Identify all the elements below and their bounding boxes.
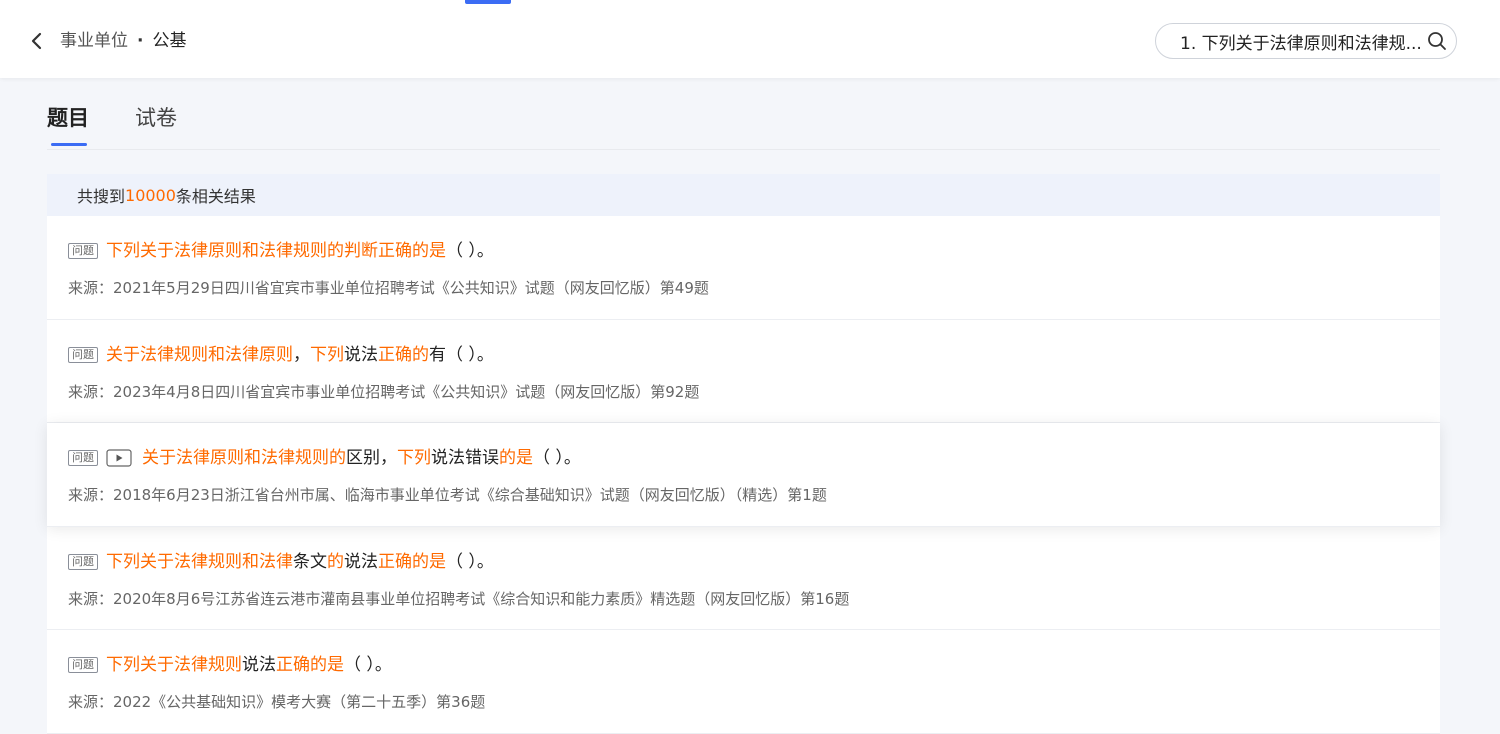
result-title[interactable]: 问题 关于法律原则和法律规则的 区别， 下列 说法错误 的是（ ）。	[68, 446, 581, 470]
result-item[interactable]: 问题 关于法律规则和法律原则，下列 说法 正确的 有（ ）。来源：2023年4月8日四川…	[47, 319, 1440, 423]
title-highlight: 关于法律原则和法律规则的	[142, 448, 346, 468]
result-title[interactable]: 问题 关于法律规则和法律原则，下列 说法 正确的 有（ ）。	[68, 343, 494, 367]
title-highlight: 下列	[397, 448, 431, 468]
search-input[interactable]: 1. 下列关于法律原则和法律规...	[1180, 29, 1426, 54]
video-play-icon[interactable]	[106, 449, 132, 467]
question-tag: 问题	[68, 657, 98, 673]
question-tag: 问题	[68, 346, 98, 363]
result-title[interactable]: 问题 下列关于法律原则和法律规则的判断正确的是（ ）。	[68, 239, 494, 263]
results-prefix: 共搜到	[77, 187, 126, 206]
results-summary: 共搜到 10000 条相关结果	[47, 174, 1440, 216]
title-text: （ ）。	[446, 241, 494, 261]
title-text: （ ）。	[533, 448, 581, 468]
title-text: 说法错误	[431, 448, 499, 468]
title-text: 区别，	[346, 448, 397, 468]
breadcrumb-parent[interactable]: 事业单位	[60, 29, 128, 53]
tab-papers[interactable]: 试卷	[135, 104, 177, 132]
search-box[interactable]: 1. 下列关于法律原则和法律规...	[1155, 23, 1457, 59]
result-item[interactable]: 问题 下列关于法律规则 说法 正确的是（ ）。 来源：2022《公共基础知识》模考大赛（…	[47, 630, 1440, 734]
title-highlight: 正确的	[378, 344, 429, 365]
title-text: （ ）。	[344, 655, 392, 675]
question-tag: 问题	[68, 243, 98, 259]
result-source: 来源：2023年4月8日四川省宜宾市事业单位招聘考试《公共知识》试题（网友回忆版…	[68, 382, 700, 401]
results-list: 问题 下列关于法律原则和法律规则的判断正确的是（ ）。 来源：2021年5月29日四…	[47, 216, 1440, 734]
title-text: 条文	[293, 551, 327, 572]
title-text: 有（ ）。	[429, 344, 494, 365]
chevron-left-icon	[31, 32, 42, 50]
title-text: 说法	[242, 655, 276, 675]
title-highlight: 下列关于法律规则和法律	[106, 551, 293, 572]
title-text: 说法	[344, 551, 378, 572]
top-tab-indicator	[465, 0, 511, 4]
question-tag: 问题	[68, 450, 98, 466]
result-source: 来源：2018年6月23日浙江省台州市属、临海市事业单位考试《综合基础知识》试题…	[68, 486, 827, 504]
tab-bar: 题目 试卷	[47, 100, 1440, 150]
result-item[interactable]: 问题 关于法律原则和法律规则的 区别， 下列 说法错误 的是（ ）。来源：2018年6月2…	[47, 423, 1440, 527]
result-source: 来源：2021年5月29日四川省宜宾市事业单位招聘考试《公共知识》试题（网友回忆…	[68, 279, 709, 297]
title-highlight: 关于法律规则和法律原则	[106, 344, 293, 365]
search-icon[interactable]	[1426, 30, 1448, 52]
title-highlight: 下列关于法律原则和法律规则的判断正确的是	[106, 241, 446, 261]
active-tab-underline	[51, 143, 87, 146]
tab-questions[interactable]: 题目	[47, 104, 89, 132]
title-highlight: 的	[327, 551, 344, 572]
title-highlight: 正确的是	[378, 551, 446, 572]
title-text: ，	[293, 344, 310, 365]
breadcrumb-current: 公基	[152, 31, 187, 51]
title-highlight: 下列关于法律规则	[106, 655, 242, 675]
result-title[interactable]: 问题 下列关于法律规则 说法 正确的是（ ）。	[68, 653, 392, 677]
result-source: 来源：2020年8月6号江苏省连云港市灌南县事业单位招聘考试《综合知识和能力素质…	[68, 589, 850, 608]
title-text: 说法	[344, 344, 378, 365]
top-bar: 事业单位 · 公基 1. 下列关于法律原则和法律规...	[0, 0, 1500, 78]
back-button[interactable]	[24, 28, 48, 54]
results-suffix: 条相关结果	[175, 187, 256, 206]
title-highlight: 正确的是	[276, 655, 344, 675]
result-item[interactable]: 问题 下列关于法律规则和法律 条文的说法 正确的是（ ）。来源：2020年8月6号江苏…	[47, 526, 1440, 630]
result-title[interactable]: 问题 下列关于法律规则和法律 条文的说法 正确的是（ ）。	[68, 550, 494, 574]
title-highlight: 下列	[310, 344, 344, 365]
question-tag: 问题	[68, 553, 98, 570]
results-count: 10000	[125, 185, 176, 205]
title-text: （ ）。	[446, 551, 494, 572]
title-highlight: 的是	[499, 448, 533, 468]
breadcrumb-separator: ·	[137, 31, 144, 51]
breadcrumb: 事业单位 · 公基	[60, 29, 186, 53]
result-item[interactable]: 问题 下列关于法律原则和法律规则的判断正确的是（ ）。来源：2021年5月29日四…	[47, 216, 1440, 320]
